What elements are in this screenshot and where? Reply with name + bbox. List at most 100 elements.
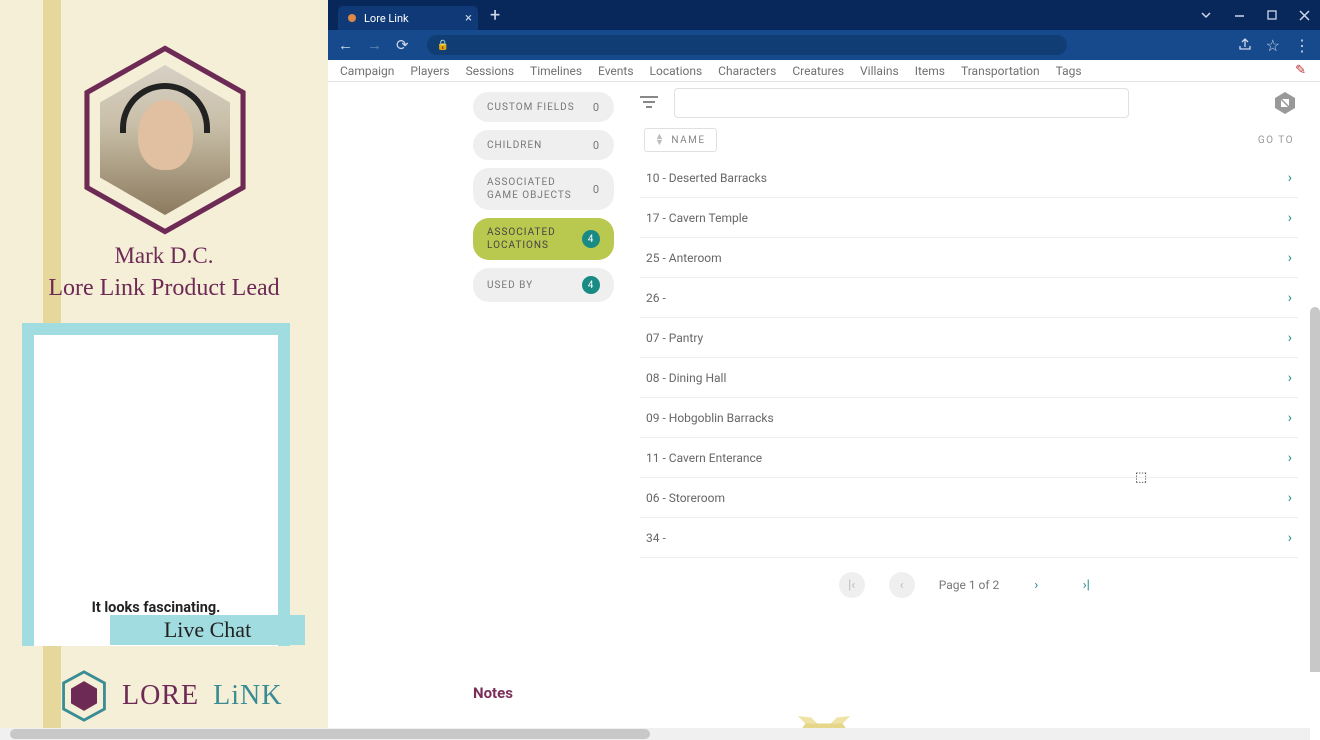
tab-used-by[interactable]: Used By 4 [473, 268, 614, 302]
notes-header: Notes [328, 672, 1320, 702]
pager-prev-button[interactable]: ‹ [889, 572, 915, 598]
sort-name-button[interactable]: ▲▼ Name [644, 128, 717, 152]
hexagon-icon [60, 670, 108, 722]
horizontal-scrollbar[interactable] [328, 728, 1310, 740]
browser-tab[interactable]: Lore Link × [338, 6, 478, 30]
chevron-right-icon[interactable]: › [1288, 330, 1292, 346]
star-icon[interactable]: ☆ [1266, 36, 1280, 55]
chevron-right-icon[interactable]: › [1288, 250, 1292, 266]
menu-villains[interactable]: Villains [860, 64, 899, 78]
tab-associated-objects[interactable]: Associated Game Objects 0 [473, 168, 614, 210]
chat-label: Live Chat [110, 615, 305, 645]
kebab-menu-icon[interactable]: ⋮ [1294, 36, 1310, 55]
brand-word-2: LiNK [213, 680, 282, 712]
pager-last-button[interactable]: ›| [1073, 572, 1099, 598]
chevron-down-icon[interactable] [1200, 9, 1212, 21]
menu-events[interactable]: Events [598, 64, 634, 78]
side-tab-list: Custom Fields 0 Children 0 Associated Ga… [328, 82, 628, 672]
browser-address-bar: ← → ⟳ 🔒 ☆ ⋮ [328, 30, 1320, 60]
chevron-right-icon[interactable]: › [1288, 290, 1292, 306]
tab-count: 0 [593, 101, 600, 114]
presenter-name: Mark D.C. [0, 243, 328, 269]
list-item[interactable]: 10 - Deserted Barracks› [640, 158, 1298, 198]
chat-message: It looks fascinating. [34, 599, 278, 616]
back-button[interactable]: ← [338, 36, 353, 54]
list-item[interactable]: 11 - Cavern Enterance› [640, 438, 1298, 478]
tab-badge: 4 [582, 230, 600, 248]
list-item[interactable]: 08 - Dining Hall› [640, 358, 1298, 398]
presenter-hexagon [80, 45, 250, 235]
tab-label: Children [487, 140, 542, 151]
page-content: Campaign Players Sessions Timelines Even… [328, 60, 1320, 740]
associated-locations-panel: ▲▼ Name Go To 10 - Deserted Barracks› 17… [628, 82, 1320, 672]
chevron-right-icon[interactable]: › [1288, 450, 1292, 466]
tab-label-line1: Associated [487, 226, 556, 239]
list-item[interactable]: 25 - Anteroom› [640, 238, 1298, 278]
minimize-icon[interactable] [1234, 10, 1245, 21]
tab-label: Custom Fields [487, 102, 575, 113]
tab-title: Lore Link [364, 12, 409, 25]
menu-campaign[interactable]: Campaign [340, 64, 394, 78]
close-icon[interactable] [1299, 10, 1310, 21]
stream-overlay-panel: Mark D.C. Lore Link Product Lead It look… [0, 0, 328, 740]
close-icon[interactable]: × [465, 11, 472, 26]
list-item[interactable]: 06 - Storeroom› [640, 478, 1298, 518]
search-input[interactable] [674, 88, 1129, 118]
pager-text: Page 1 of 2 [939, 578, 1000, 592]
share-icon[interactable] [1238, 36, 1252, 55]
menu-transportation[interactable]: Transportation [961, 64, 1040, 78]
sort-label: Name [671, 135, 705, 146]
vertical-scrollbar[interactable] [1310, 307, 1320, 672]
browser-window: Lore Link × + ← → ⟳ 🔒 ☆ ⋮ Campaign Playe… [328, 0, 1320, 740]
tab-custom-fields[interactable]: Custom Fields 0 [473, 92, 614, 122]
menu-sessions[interactable]: Sessions [466, 64, 514, 78]
chevron-right-icon[interactable]: › [1288, 410, 1292, 426]
reload-button[interactable]: ⟳ [396, 36, 409, 54]
tab-associated-locations[interactable]: Associated Locations 4 [473, 218, 614, 260]
chevron-right-icon[interactable]: › [1288, 370, 1292, 386]
chat-panel: It looks fascinating. [22, 323, 290, 646]
list-item[interactable]: 07 - Pantry› [640, 318, 1298, 358]
pager-next-button[interactable]: › [1023, 572, 1049, 598]
app-menubar: Campaign Players Sessions Timelines Even… [328, 60, 1320, 82]
tab-count: 0 [593, 139, 600, 152]
browser-tabbar: Lore Link × + [328, 0, 1320, 30]
brand-logo: LORE LiNK [60, 670, 282, 722]
chevron-right-icon[interactable]: › [1288, 490, 1292, 506]
menu-tags[interactable]: Tags [1056, 64, 1082, 78]
tab-label-line1: Associated [487, 176, 572, 189]
forward-button[interactable]: → [367, 36, 382, 54]
tab-children[interactable]: Children 0 [473, 130, 614, 160]
list-item[interactable]: 09 - Hobgoblin Barracks› [640, 398, 1298, 438]
pager-first-button[interactable]: |‹ [839, 572, 865, 598]
chevron-right-icon[interactable]: › [1288, 530, 1292, 546]
sort-arrows-icon: ▲▼ [655, 134, 665, 146]
menu-players[interactable]: Players [410, 64, 449, 78]
tab-count: 0 [593, 183, 600, 196]
chevron-right-icon[interactable]: › [1288, 170, 1292, 186]
edit-pencil-icon[interactable]: ✎ [1295, 63, 1306, 78]
list-item[interactable]: 17 - Cavern Temple› [640, 198, 1298, 238]
tab-label-line2: Game Objects [487, 189, 572, 202]
maximize-icon[interactable] [1267, 10, 1277, 20]
menu-items[interactable]: Items [915, 64, 945, 78]
tab-badge: 4 [582, 276, 600, 294]
list-item[interactable]: 26 -› [640, 278, 1298, 318]
lock-icon: 🔒 [437, 40, 449, 51]
url-input[interactable]: 🔒 [427, 35, 1067, 55]
favicon-icon [348, 14, 356, 22]
list-item[interactable]: 34 -› [640, 518, 1298, 558]
chevron-right-icon[interactable]: › [1288, 210, 1292, 226]
scrollbar-thumb[interactable] [328, 729, 650, 739]
brand-word-1: LORE [122, 680, 199, 712]
tab-label-line2: Locations [487, 239, 556, 252]
menu-characters[interactable]: Characters [718, 64, 776, 78]
filter-icon[interactable] [640, 93, 658, 114]
pagination: |‹ ‹ Page 1 of 2 › ›| [640, 558, 1298, 612]
menu-timelines[interactable]: Timelines [530, 64, 582, 78]
presenter-title: Lore Link Product Lead [0, 275, 328, 302]
menu-locations[interactable]: Locations [650, 64, 703, 78]
hexagon-icon[interactable] [1272, 90, 1298, 116]
menu-creatures[interactable]: Creatures [792, 64, 844, 78]
new-tab-button[interactable]: + [490, 5, 500, 26]
